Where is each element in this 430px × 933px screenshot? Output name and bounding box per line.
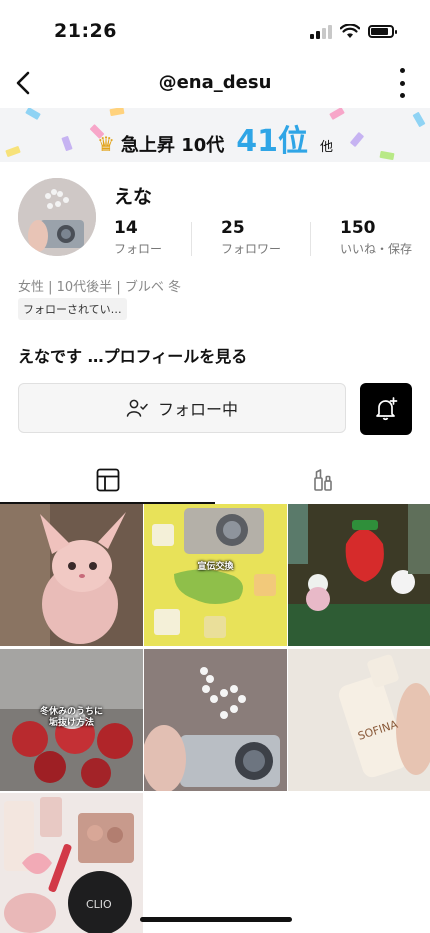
post-thumbnail[interactable] [288,504,430,646]
notification-bell-button[interactable] [360,383,412,435]
post-thumbnail[interactable] [144,649,287,791]
wifi-icon [340,24,360,38]
post-thumbnail[interactable] [0,504,143,646]
cosmetics-icon [313,469,332,491]
profile-name: えな [114,186,153,208]
post-caption: 冬休みのうちに 垢抜け方法 [39,707,103,728]
profile-intro-link[interactable]: えなです …プロフィールを見る [18,343,247,367]
followers-stat[interactable]: 25 フォロワー [221,218,281,257]
likes-stat[interactable]: 150 いいね・保存 [340,218,412,257]
post-thumbnail[interactable]: SOFINA [288,649,430,791]
profile-bio: 女性 | 10代後半 | ブルベ 冬 [18,280,181,295]
stat-divider [191,222,192,256]
ranking-number: 41位 [236,124,308,159]
tab-cosmetics[interactable] [215,458,430,502]
stat-divider [310,222,311,256]
following-button-label: フォロー中 [157,400,238,419]
home-indicator [140,917,292,922]
post-thumbnail[interactable]: CLIO [0,793,143,933]
crown-icon: ♛ [96,132,115,156]
cellular-signal-icon [310,24,332,39]
more-options-icon[interactable] [392,68,412,98]
post-thumbnail[interactable]: 冬休みのうちに 垢抜け方法 [0,649,143,791]
status-bar: 21:26 [0,0,430,60]
tab-posts[interactable] [0,458,215,502]
following-stat[interactable]: 14 フォロー [114,218,162,257]
post-thumbnail[interactable]: 宣伝交換 [144,504,287,646]
post-caption: 宣伝交換 [197,562,234,572]
username-title: @ena_desu [158,72,272,93]
bell-plus-icon [376,397,398,421]
status-time: 21:26 [54,20,117,42]
following-button[interactable]: フォロー中 [18,383,346,433]
grid-icon [96,468,119,492]
profile-tabs [0,458,430,504]
ranking-label: 急上昇 10代 [120,135,225,156]
follows-you-badge: フォローされてい… [18,298,127,320]
ranking-suffix: 他 [320,140,334,155]
ranking-banner[interactable]: ♛ 急上昇 10代 41位 他 [0,108,430,162]
user-check-icon [126,399,148,417]
svg-text:CLIO: CLIO [86,898,112,911]
nav-bar: @ena_desu [0,60,430,106]
battery-icon [368,25,397,38]
avatar[interactable] [18,178,96,256]
